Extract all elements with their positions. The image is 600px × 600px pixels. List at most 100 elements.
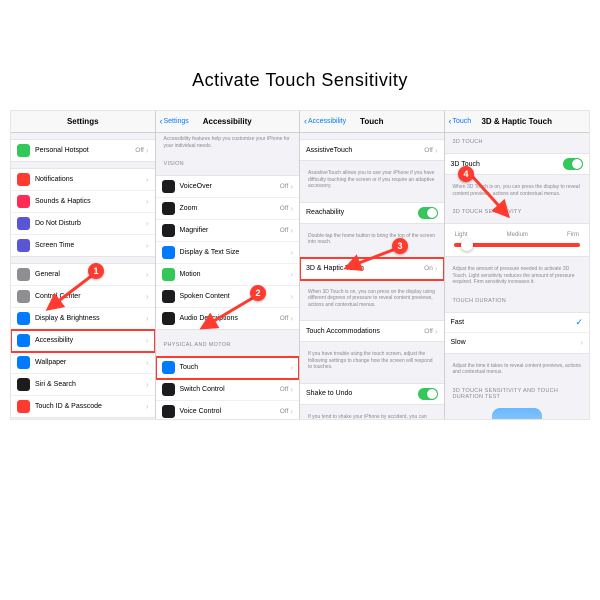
navbar-touch: ‹Accessibility Touch [300, 111, 444, 133]
chevron-right-icon: › [290, 292, 293, 301]
chevron-right-icon: › [146, 219, 149, 228]
toggle-on[interactable] [418, 207, 438, 219]
chevron-left-icon: ‹ [304, 117, 307, 126]
section-header: PHYSICAL AND MOTOR [156, 336, 300, 350]
settings-row[interactable]: Display & Text Size› [156, 242, 300, 264]
toggle-on[interactable] [418, 388, 438, 400]
settings-row[interactable]: ZoomOff› [156, 198, 300, 220]
app-icon [162, 224, 175, 237]
app-icon [17, 217, 30, 230]
row-assistivetouch[interactable]: AssistiveTouch Off› [300, 140, 444, 160]
app-icon [17, 334, 30, 347]
app-icon [17, 290, 30, 303]
navbar-3d-haptic: ‹Touch 3D & Haptic Touch [445, 111, 590, 133]
app-icon [17, 173, 30, 186]
chevron-right-icon: › [290, 182, 293, 191]
slider-thumb[interactable] [461, 239, 473, 251]
chevron-right-icon: › [290, 226, 293, 235]
settings-row[interactable]: Display & Brightness› [11, 308, 155, 330]
settings-row[interactable]: Touch ID & Passcode› [11, 396, 155, 417]
navbar-accessibility: ‹Settings Accessibility [156, 111, 300, 133]
app-icon [162, 202, 175, 215]
nav-title: Accessibility [203, 117, 252, 126]
sensitivity-test-preview[interactable] [492, 408, 542, 420]
chevron-right-icon: › [146, 241, 149, 250]
back-button[interactable]: ‹Accessibility [304, 117, 346, 126]
settings-row[interactable]: Slow› [445, 333, 590, 353]
chevron-right-icon: › [290, 363, 293, 372]
checkmark-icon: ✓ [575, 317, 583, 328]
back-button[interactable]: ‹Touch [449, 117, 472, 126]
settings-row[interactable]: Wallpaper› [11, 352, 155, 374]
app-icon [17, 356, 30, 369]
chevron-right-icon: › [146, 197, 149, 206]
app-icon [17, 268, 30, 281]
settings-row[interactable]: General› [11, 264, 155, 286]
app-icon [162, 290, 175, 303]
page-title: Activate Touch Sensitivity [0, 0, 600, 111]
chevron-left-icon: ‹ [160, 117, 163, 126]
chevron-right-icon: › [146, 270, 149, 279]
sensitivity-slider[interactable] [455, 244, 580, 246]
app-icon [17, 195, 30, 208]
app-icon [162, 268, 175, 281]
app-icon [17, 312, 30, 325]
row-reachability[interactable]: Reachability [300, 203, 444, 223]
settings-row[interactable]: Screen Time› [11, 235, 155, 256]
nav-title: Touch [360, 117, 383, 126]
app-icon [162, 180, 175, 193]
settings-row[interactable]: VoiceOverOff› [156, 176, 300, 198]
chevron-right-icon: › [435, 146, 438, 155]
app-icon [17, 378, 30, 391]
settings-row[interactable]: Touch› [156, 357, 300, 379]
step-badge-2: 2 [250, 285, 266, 301]
settings-row[interactable]: Spoken Content› [156, 286, 300, 308]
row-touch-accommodations[interactable]: Touch Accommodations Off› [300, 321, 444, 341]
settings-row[interactable]: Motion› [156, 264, 300, 286]
nav-title: Settings [67, 117, 99, 126]
settings-row[interactable]: Switch ControlOff› [156, 379, 300, 401]
chevron-right-icon: › [435, 264, 438, 273]
chevron-right-icon: › [146, 175, 149, 184]
app-icon [17, 144, 30, 157]
step-badge-1: 1 [88, 263, 104, 279]
settings-row[interactable]: Accessibility› [11, 330, 155, 352]
step-badge-3: 3 [392, 238, 408, 254]
chevron-right-icon: › [146, 146, 149, 155]
settings-row[interactable]: MagnifierOff› [156, 220, 300, 242]
settings-row[interactable]: Sounds & Haptics› [11, 191, 155, 213]
chevron-right-icon: › [290, 270, 293, 279]
section-header: VISION [156, 155, 300, 169]
chevron-right-icon: › [290, 385, 293, 394]
toggle-on[interactable] [563, 158, 583, 170]
chevron-right-icon: › [146, 292, 149, 301]
chevron-left-icon: ‹ [449, 117, 452, 126]
settings-row[interactable]: Notifications› [11, 169, 155, 191]
step-badge-4: 4 [458, 166, 474, 182]
chevron-right-icon: › [290, 314, 293, 323]
intro-text: Accessibility features help you customiz… [156, 133, 300, 155]
chevron-right-icon: › [290, 248, 293, 257]
app-icon [162, 405, 175, 418]
panel-touch: ‹Accessibility Touch AssistiveTouch Off›… [300, 111, 445, 419]
settings-row[interactable]: Control Center› [11, 286, 155, 308]
navbar-settings: Settings [11, 111, 155, 133]
settings-row[interactable]: Siri & Search› [11, 374, 155, 396]
app-icon [17, 400, 30, 413]
settings-row[interactable]: Audio DescriptionsOff› [156, 308, 300, 329]
back-button[interactable]: ‹Settings [160, 117, 189, 126]
settings-row[interactable]: Fast✓ [445, 313, 590, 333]
row-shake-to-undo[interactable]: Shake to Undo [300, 384, 444, 404]
chevron-right-icon: › [146, 314, 149, 323]
settings-row[interactable]: Personal HotspotOff› [11, 140, 155, 161]
chevron-right-icon: › [580, 338, 583, 347]
settings-row[interactable]: Do Not Disturb› [11, 213, 155, 235]
app-icon [17, 239, 30, 252]
app-icon [162, 312, 175, 325]
chevron-right-icon: › [146, 336, 149, 345]
settings-row[interactable]: Voice ControlOff› [156, 401, 300, 419]
app-icon [162, 246, 175, 259]
nav-title: 3D & Haptic Touch [481, 117, 552, 126]
panel-accessibility: ‹Settings Accessibility Accessibility fe… [156, 111, 301, 419]
row-3d-haptic-touch[interactable]: 3D & Haptic Touch On› [300, 259, 444, 279]
